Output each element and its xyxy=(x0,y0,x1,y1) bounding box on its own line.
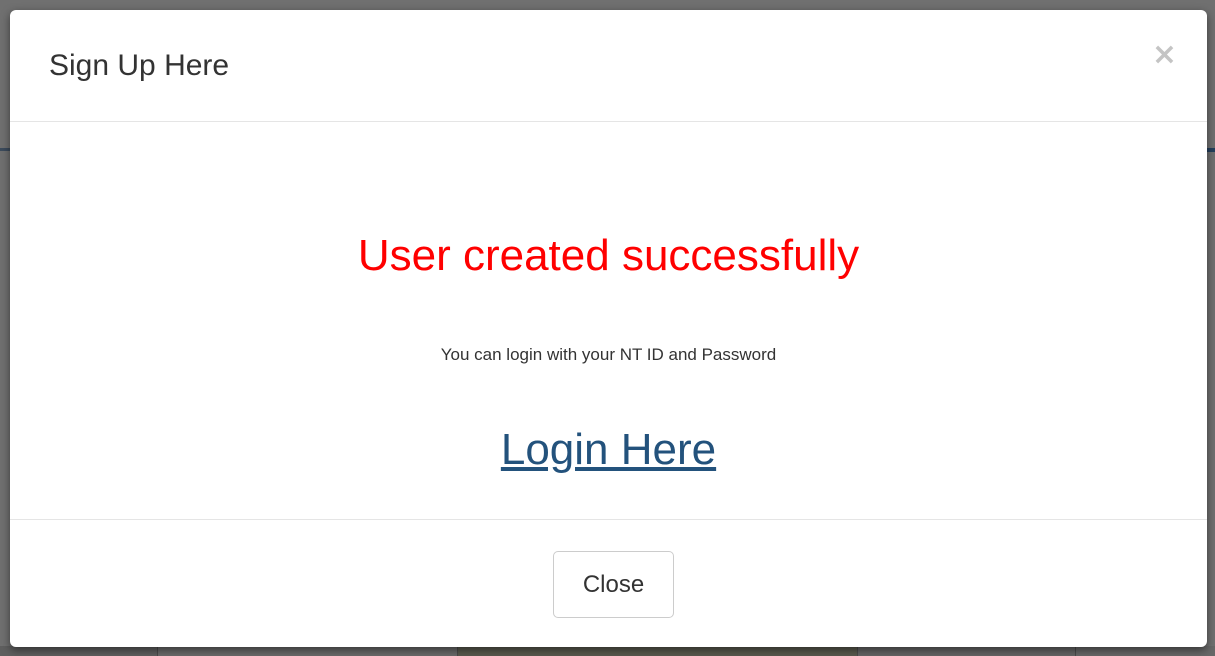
modal-title: Sign Up Here xyxy=(49,49,230,82)
close-icon[interactable]: × xyxy=(1152,40,1177,70)
login-here-link[interactable]: Login Here xyxy=(501,425,716,474)
background-divider-left xyxy=(0,148,10,151)
background-cell xyxy=(157,646,458,656)
signup-modal: Sign Up Here × User created successfully… xyxy=(10,10,1207,647)
background-cell xyxy=(1075,646,1215,656)
modal-footer: Close xyxy=(10,520,1207,647)
login-link-container: Login Here xyxy=(10,422,1207,478)
close-button[interactable]: Close xyxy=(553,551,674,618)
background-cell xyxy=(457,646,858,656)
success-message: User created successfully xyxy=(357,231,860,280)
modal-header: Sign Up Here × xyxy=(10,10,1207,122)
modal-body: User created successfully You can login … xyxy=(10,122,1207,520)
background-cell xyxy=(857,646,1076,656)
login-info-text: You can login with your NT ID and Passwo… xyxy=(440,345,777,364)
